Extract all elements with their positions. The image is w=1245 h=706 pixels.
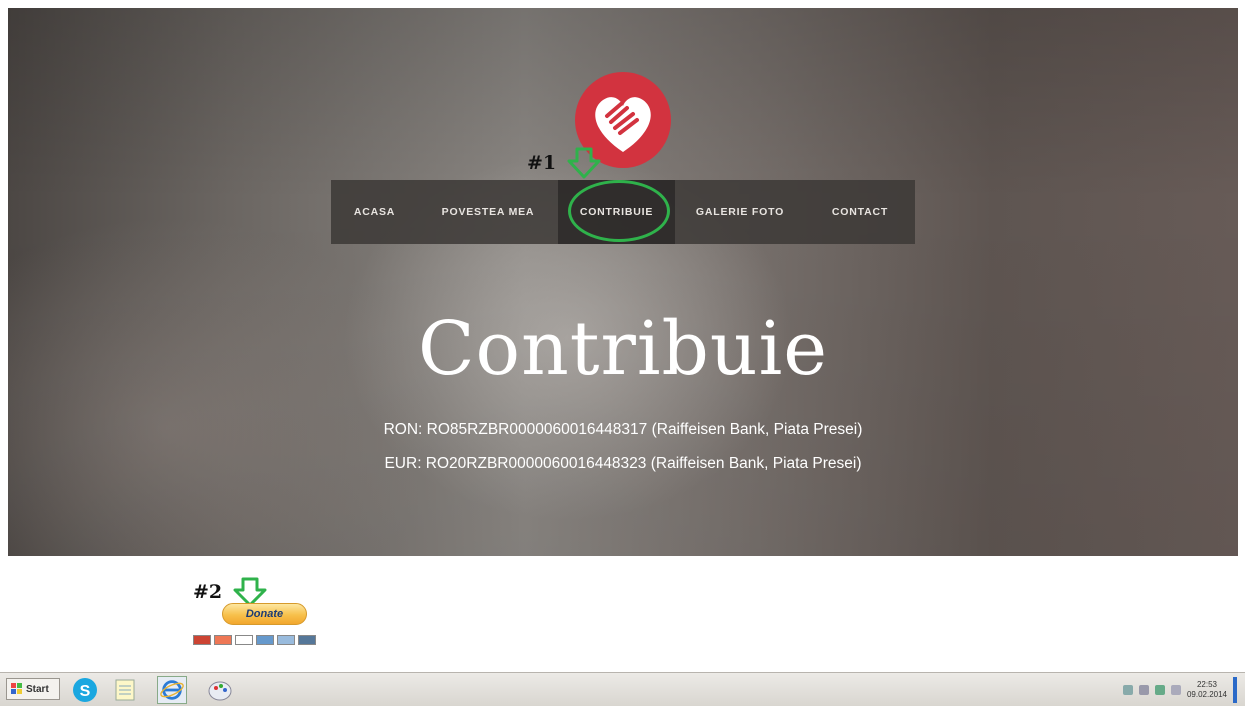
nav-item-povestea-mea[interactable]: POVESTEA MEA	[418, 180, 558, 244]
nav-item-acasa[interactable]: ACASA	[331, 180, 418, 244]
system-tray: 22:53 09.02.2014	[1122, 677, 1237, 703]
start-label: Start	[26, 683, 49, 695]
nav-label: POVESTEA MEA	[441, 206, 535, 218]
card-icon	[256, 635, 274, 645]
svg-text:S: S	[80, 683, 91, 700]
skype-icon[interactable]: S	[70, 676, 100, 704]
card-icon	[235, 635, 253, 645]
card-icon	[193, 635, 211, 645]
start-button[interactable]: Start	[6, 678, 60, 700]
annotation-label-1: #1	[527, 152, 557, 174]
bank-account-eur: EUR: RO20RZBR0000060016448323 (Raiffeise…	[384, 455, 862, 472]
nav-item-galerie-foto[interactable]: GALERIE FOTO	[675, 180, 805, 244]
taskbar: Start S 22:53 09.02.2014	[0, 672, 1245, 706]
payment-cards	[193, 635, 316, 645]
annotation-highlight-ring	[568, 180, 670, 242]
page-title: Contribuie	[417, 306, 829, 392]
clock[interactable]: 22:53 09.02.2014	[1187, 680, 1227, 700]
internet-explorer-icon[interactable]	[157, 676, 187, 704]
nav-label: GALERIE FOTO	[695, 206, 785, 218]
windows-flag-icon	[11, 683, 22, 694]
down-arrow-icon	[567, 147, 601, 179]
hero-section: #1 ACASA POVESTEA MEA CONTRIBUIE GALERIE…	[8, 8, 1238, 556]
nav-item-contact[interactable]: CONTACT	[805, 180, 915, 244]
donate-area: Donate	[193, 603, 316, 645]
card-icon	[298, 635, 316, 645]
bluetooth-icon[interactable]	[1138, 685, 1149, 695]
show-desktop-button[interactable]	[1233, 677, 1237, 703]
card-icon	[277, 635, 295, 645]
paint-icon[interactable]	[205, 676, 235, 704]
annotation-label-2: #2	[193, 581, 223, 603]
nav-label: ACASA	[353, 206, 396, 218]
clock-time: 22:53	[1196, 680, 1217, 689]
network-icon[interactable]	[1122, 685, 1133, 695]
bank-account-ron: RON: RO85RZBR0000060016448317 (Raiffeise…	[383, 421, 863, 438]
card-icon	[214, 635, 232, 645]
clock-date: 09.02.2014	[1186, 690, 1227, 699]
volume-icon[interactable]	[1170, 685, 1181, 695]
notepad-icon[interactable]	[110, 676, 140, 704]
nav-label: CONTACT	[831, 206, 889, 218]
security-icon[interactable]	[1154, 685, 1165, 695]
donate-button[interactable]: Donate	[222, 603, 307, 625]
